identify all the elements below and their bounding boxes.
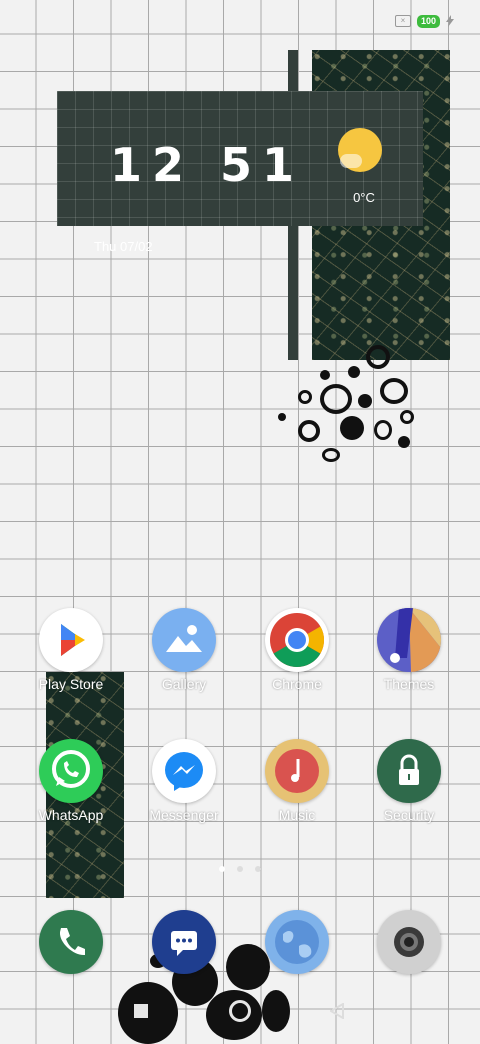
lock-icon: [377, 739, 441, 803]
themes-icon: [377, 608, 441, 672]
app-security[interactable]: Security: [359, 739, 459, 823]
app-whatsapp[interactable]: WhatsApp: [21, 739, 121, 823]
clock-time[interactable]: 12 51: [110, 138, 304, 192]
app-label: Music: [278, 807, 316, 823]
dock-messaging[interactable]: [134, 910, 234, 974]
charging-icon: [446, 15, 454, 27]
page-dot-active[interactable]: [219, 866, 225, 872]
messenger-icon: [152, 739, 216, 803]
dock-phone[interactable]: [21, 910, 121, 974]
back-button[interactable]: [330, 1003, 344, 1019]
battery-indicator: 100: [416, 14, 440, 28]
music-icon: [265, 739, 329, 803]
temperature: 0°C: [353, 190, 375, 205]
dock-browser[interactable]: [247, 910, 347, 974]
chrome-icon: [265, 608, 329, 672]
home-button[interactable]: [229, 1000, 251, 1022]
dock-camera[interactable]: [359, 910, 459, 974]
cloud-icon: [340, 154, 362, 168]
camera-icon: [377, 910, 441, 974]
app-label: Messenger: [149, 807, 219, 823]
app-themes[interactable]: Themes: [359, 608, 459, 692]
app-chrome[interactable]: Chrome: [247, 608, 347, 692]
no-sim-icon: ×: [394, 15, 411, 27]
page-dot[interactable]: [237, 866, 243, 872]
gallery-icon: [152, 608, 216, 672]
page-dot[interactable]: [255, 866, 261, 872]
phone-icon: [39, 910, 103, 974]
app-label: Play Store: [38, 676, 104, 692]
play-store-icon: [39, 608, 103, 672]
app-music[interactable]: Music: [247, 739, 347, 823]
app-play-store[interactable]: Play Store: [21, 608, 121, 692]
app-gallery[interactable]: Gallery: [134, 608, 234, 692]
whatsapp-icon: [39, 739, 103, 803]
recents-button[interactable]: [134, 1004, 148, 1018]
app-label: Chrome: [272, 676, 322, 692]
status-bar: × 100: [394, 12, 454, 30]
app-label: Gallery: [161, 676, 207, 692]
browser-icon: [265, 910, 329, 974]
app-label: Themes: [383, 676, 435, 692]
messaging-icon: [152, 910, 216, 974]
app-label: Security: [383, 807, 435, 823]
app-messenger[interactable]: Messenger: [134, 739, 234, 823]
date-label: Thu 07/02: [94, 239, 153, 254]
app-label: WhatsApp: [38, 807, 104, 823]
